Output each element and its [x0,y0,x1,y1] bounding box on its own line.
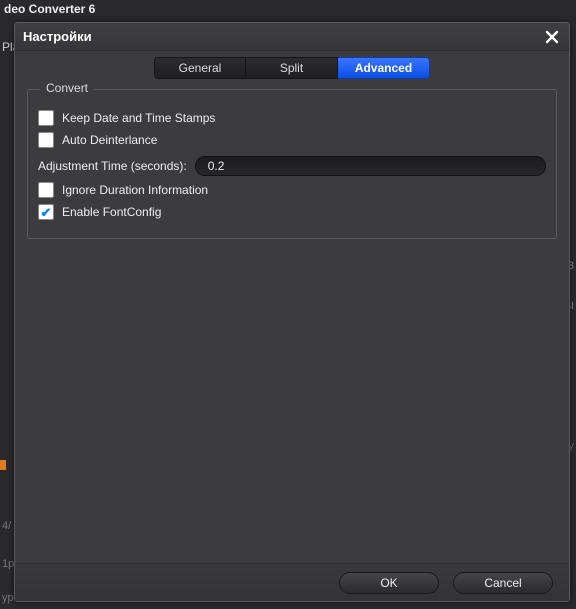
row-auto-deinterlace: Auto Deinterlance [38,132,546,148]
dialog-titlebar: Настройки [15,23,569,51]
app-title-fragment: deo Converter 6 [4,2,95,16]
bg-accent-strip [0,460,6,470]
label-adjustment-time: Adjustment Time (seconds): [38,159,187,173]
dialog-body-spacer [15,239,569,563]
label-ignore-duration: Ignore Duration Information [62,183,208,197]
tab-general[interactable]: General [154,57,246,79]
tab-bar: General Split Advanced [15,51,569,85]
input-adjustment-time[interactable]: 0.2 [195,156,546,176]
cancel-button[interactable]: Cancel [453,572,553,594]
tab-advanced[interactable]: Advanced [338,57,430,79]
label-auto-deinterlace: Auto Deinterlance [62,133,157,147]
checkbox-auto-deinterlace[interactable] [38,132,54,148]
row-adjustment-time: Adjustment Time (seconds): 0.2 [38,156,546,176]
close-icon [545,30,559,44]
close-button[interactable] [541,27,563,47]
dialog-title: Настройки [23,29,541,44]
group-legend: Convert [40,81,94,95]
dialog-footer: OK Cancel [15,563,569,601]
settings-dialog: Настройки General Split Advanced Convert… [14,22,570,602]
checkbox-ignore-duration[interactable] [38,182,54,198]
tab-split[interactable]: Split [246,57,338,79]
label-keep-date: Keep Date and Time Stamps [62,111,215,125]
convert-group: Convert Keep Date and Time Stamps Auto D… [27,89,557,239]
row-ignore-duration: Ignore Duration Information [38,182,546,198]
checkbox-fontconfig[interactable] [38,204,54,220]
row-fontconfig: Enable FontConfig [38,204,546,220]
checkbox-keep-date[interactable] [38,110,54,126]
label-fontconfig: Enable FontConfig [62,205,161,219]
row-keep-date: Keep Date and Time Stamps [38,110,546,126]
ok-button[interactable]: OK [339,572,439,594]
